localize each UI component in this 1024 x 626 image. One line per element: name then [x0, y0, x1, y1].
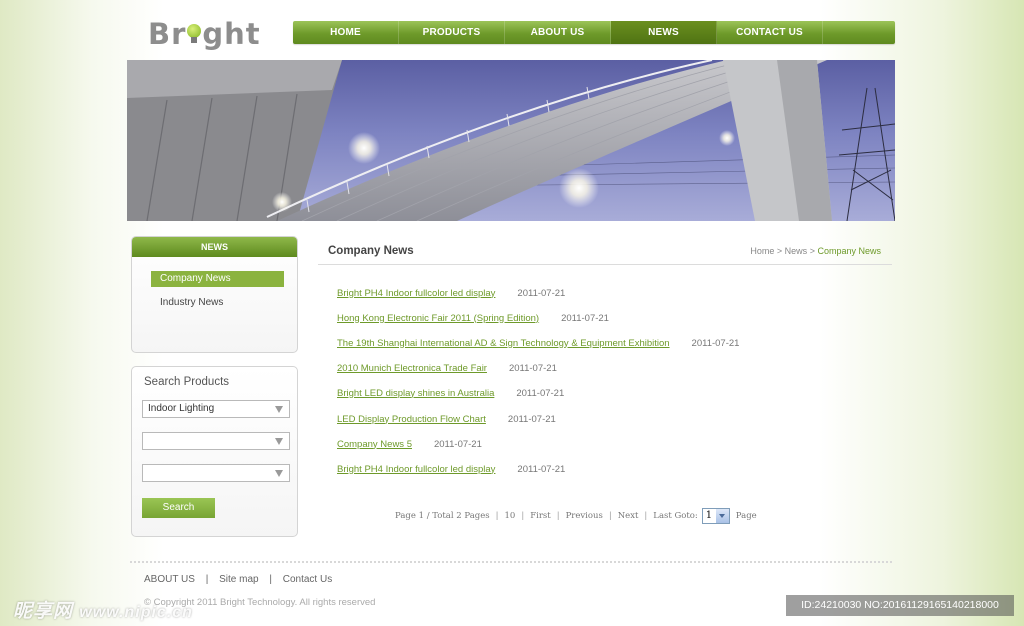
news-category-box: NEWS Company News Industry News	[131, 236, 298, 353]
footer-link-site-map[interactable]: Site map	[219, 574, 258, 585]
nav-products[interactable]: PRODUCTS	[399, 21, 505, 44]
nav-news[interactable]: NEWS	[611, 21, 717, 44]
logo[interactable]: Br ght	[148, 16, 261, 52]
news-box-title: NEWS	[132, 237, 297, 257]
news-link[interactable]: Bright PH4 Indoor fullcolor led display	[337, 464, 495, 475]
news-date: 2011-07-21	[516, 387, 565, 399]
next-page-link[interactable]: Next	[618, 511, 639, 521]
news-date: 2011-07-21	[507, 413, 556, 425]
logo-text-start: Br	[148, 17, 187, 51]
footer-link-contact-us[interactable]: Contact Us	[283, 574, 332, 585]
news-list-item: Bright LED display shines in Australia 2…	[337, 386, 564, 400]
goto-page-select[interactable]: 1	[701, 508, 730, 524]
breadcrumb-news[interactable]: News	[785, 246, 808, 256]
news-date: 2011-07-21	[508, 362, 557, 374]
product-select[interactable]	[142, 464, 290, 482]
news-link[interactable]: Bright PH4 Indoor fullcolor led display	[337, 288, 495, 299]
news-link[interactable]: 2010 Munich Electronica Trade Fair	[337, 363, 487, 374]
lightbulb-icon	[187, 24, 202, 44]
news-date: 2011-07-21	[433, 438, 482, 450]
news-list-item: Bright PH4 Indoor fullcolor led display …	[337, 286, 565, 300]
sidebar-item-industry-news[interactable]: Industry News	[151, 295, 284, 311]
breadcrumb-current: Company News	[817, 246, 881, 256]
news-link[interactable]: Hong Kong Electronic Fair 2011 (Spring E…	[337, 313, 539, 324]
news-link[interactable]: LED Display Production Flow Chart	[337, 414, 486, 425]
page-label: Page	[735, 511, 757, 521]
chevron-down-icon	[715, 509, 729, 523]
watermark-text: 昵享网	[13, 601, 74, 622]
bridge-illustration	[127, 60, 895, 221]
news-link[interactable]: Bright LED display shines in Australia	[337, 388, 494, 399]
news-date: 2011-07-21	[517, 463, 566, 475]
news-date: 2011-07-21	[691, 337, 740, 349]
breadcrumb: Home > News > Company News	[750, 246, 881, 256]
search-button[interactable]: Search	[142, 498, 215, 518]
nav-about-us[interactable]: ABOUT US	[505, 21, 611, 44]
news-list-item: LED Display Production Flow Chart 2011-0…	[337, 412, 556, 426]
subcategory-select[interactable]	[142, 432, 290, 450]
page-summary: Page 1 / Total 2 Pages	[395, 511, 490, 521]
search-box-title: Search Products	[144, 376, 230, 388]
pagination: Page 1 / Total 2 Pages | 10 | First | Pr…	[395, 508, 757, 524]
category-select[interactable]: Indoor Lighting	[142, 400, 290, 418]
logo-text-end: ght	[202, 17, 261, 51]
footer-links: ABOUT US | Site map | Contact Us	[144, 574, 333, 585]
watermark: 昵享网 www.nipic.cn	[13, 596, 193, 623]
news-list-item: Bright PH4 Indoor fullcolor led display …	[337, 462, 565, 476]
nav-home[interactable]: HOME	[293, 21, 399, 44]
first-page-link[interactable]: First	[530, 511, 550, 521]
news-list-item: The 19th Shanghai International AD & Sig…	[337, 336, 739, 350]
category-select-value: Indoor Lighting	[148, 403, 215, 414]
sidebar-item-company-news[interactable]: Company News	[151, 271, 284, 287]
breadcrumb-separator: >	[809, 246, 815, 256]
footer-divider	[130, 561, 892, 563]
news-list-item: Company News 5 2011-07-21	[337, 437, 482, 451]
news-list-item: 2010 Munich Electronica Trade Fair 2011-…	[337, 361, 557, 375]
news-link[interactable]: The 19th Shanghai International AD & Sig…	[337, 338, 670, 349]
dropdown-arrow-icon	[275, 438, 283, 445]
page-title: Company News	[328, 245, 414, 257]
breadcrumb-separator: >	[776, 246, 783, 256]
footer-link-about-us[interactable]: ABOUT US	[144, 574, 195, 585]
title-divider	[318, 264, 892, 265]
main-nav: HOME PRODUCTS ABOUT US NEWS CONTACT US	[293, 21, 895, 44]
last-page-link[interactable]: Last Goto:	[653, 511, 698, 521]
news-link[interactable]: Company News 5	[337, 439, 412, 450]
dropdown-arrow-icon	[275, 406, 283, 413]
nav-contact-us[interactable]: CONTACT US	[717, 21, 823, 44]
watermark-url: www.nipic.cn	[79, 604, 193, 621]
search-products-box: Search Products Indoor Lighting Search	[131, 366, 298, 537]
dropdown-arrow-icon	[275, 470, 283, 477]
previous-page-link[interactable]: Previous	[566, 511, 603, 521]
news-date: 2011-07-21	[561, 312, 609, 324]
goto-page-value: 1	[705, 510, 713, 521]
breadcrumb-home[interactable]: Home	[750, 246, 774, 256]
image-id-bar: ID:24210030 NO:20161129165140218000	[786, 595, 1014, 616]
per-page-count: 10	[504, 511, 516, 521]
news-date: 2011-07-21	[517, 287, 566, 299]
banner-image	[127, 60, 895, 221]
news-list-item: Hong Kong Electronic Fair 2011 (Spring E…	[337, 311, 609, 325]
